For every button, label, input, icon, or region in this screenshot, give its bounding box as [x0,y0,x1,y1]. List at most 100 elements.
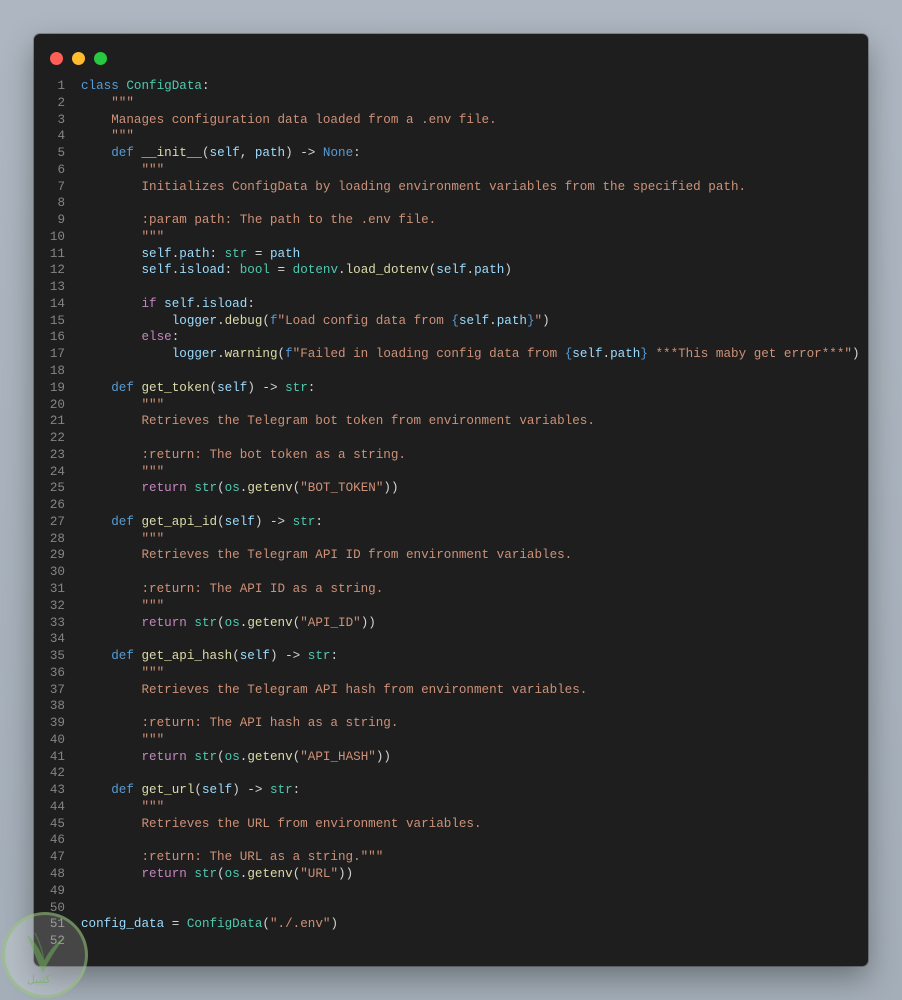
window-titlebar [34,34,868,82]
code-token: self [436,263,467,278]
code-text: """ [81,464,164,481]
code-token: ( [262,917,270,932]
code-text: def __init__(self, path) -> None: [81,145,360,162]
code-line: 40 """ [34,732,868,749]
line-number: 4 [57,129,65,144]
code-token: ( [232,649,240,664]
code-text: """ [81,732,164,749]
code-token: Retrieves the Telegram bot token from en… [81,414,595,429]
code-token: "Load config data from [277,313,452,328]
line-number: 27 [49,514,65,529]
code-text: """ [81,95,134,112]
code-line: 12 self.isload: bool = dotenv.load_doten… [34,262,868,279]
line-number: 9 [57,213,65,228]
code-text: """ [81,531,164,548]
code-token: self [217,380,248,395]
code-token: Retrieves the Telegram API ID from envir… [81,548,573,563]
code-token: :return: The API hash as a string. [81,716,399,731]
close-window-button[interactable] [50,52,63,65]
code-token: Retrieves the URL from environment varia… [81,816,482,831]
code-text: def get_url(self) -> str: [81,782,300,799]
code-line: 6 """ [34,162,868,179]
code-line: 36 """ [34,665,868,682]
code-token: debug [224,313,263,328]
code-line: 23 :return: The bot token as a string. [34,447,868,464]
code-token: )) [375,749,391,764]
code-token: f [269,313,278,328]
code-line: 4 """ [34,128,868,145]
code-token: get_api_id [141,514,218,529]
code-token: ( [217,749,225,764]
code-token: self [141,263,172,278]
code-token: """ [81,129,134,144]
code-line: 39 :return: The API hash as a string. [34,715,868,732]
minimize-window-button[interactable] [72,52,85,65]
code-text: :param path: The path to the .env file. [81,212,436,229]
line-number: 12 [49,263,65,278]
code-line: 24 """ [34,464,868,481]
code-token: path [254,146,286,161]
code-text: """ [81,665,164,682]
code-token: bool [239,263,270,278]
code-line: 45 Retrieves the URL from environment va… [34,816,868,833]
code-line: 27 def get_api_id(self) -> str: [34,514,868,531]
code-token: """ [81,665,165,680]
code-token: get_url [141,783,195,798]
code-token: :return: The bot token as a string. [81,447,406,462]
code-token: :param path: The path to the .env file. [81,213,437,228]
code-text: Retrieves the Telegram API ID from envir… [81,547,572,564]
line-number: 11 [49,246,65,261]
code-token: else [141,330,172,345]
code-token: str [292,514,316,529]
code-token: . [466,263,475,278]
code-token: : [209,246,225,261]
code-token: ) [504,263,512,278]
code-token: { [451,313,459,328]
code-token: path [270,246,301,261]
code-line: 10 """ [34,229,868,246]
code-token: get_token [141,380,210,395]
code-token: = [164,917,187,932]
code-token: : [247,296,255,311]
line-number: 43 [49,783,65,798]
code-token: """ [81,598,165,613]
maximize-window-button[interactable] [94,52,107,65]
code-line: 25 return str(os.getenv("BOT_TOKEN")) [34,480,868,497]
code-token: """ [81,229,165,244]
code-token: return [141,615,187,630]
code-token: return [141,866,187,881]
code-token: . [489,313,497,328]
line-number: 16 [49,330,65,345]
code-token: ( [194,783,202,798]
code-token: ( [209,380,218,395]
code-line: 30 [34,564,868,581]
code-token: getenv [247,866,293,881]
code-token: } [640,347,648,362]
line-number: 47 [49,850,65,865]
code-token: ( [217,514,225,529]
code-text: class ConfigData: [81,78,210,95]
line-number: 48 [49,866,65,881]
code-line: 49 [34,883,868,900]
line-number: 17 [49,347,65,362]
code-token: get_api_hash [141,649,233,664]
code-text: :return: The URL as a string.""" [81,849,383,866]
code-token: "URL" [300,866,339,881]
code-token: "API_ID" [300,615,361,630]
code-token: str [194,749,218,764]
code-line: 31 :return: The API ID as a string. [34,581,868,598]
line-number: 41 [49,749,65,764]
code-token: def [111,380,134,395]
code-line: 9 :param path: The path to the .env file… [34,212,868,229]
code-editor: 1 class ConfigData: 2 """ 3 Manages configu… [34,78,868,950]
line-number: 2 [57,95,65,110]
code-text: :return: The API hash as a string. [81,715,398,732]
code-token: str [285,380,308,395]
line-number: 35 [49,649,65,664]
code-token: . [338,263,346,278]
code-token: ) -> [254,514,293,529]
code-text: return str(os.getenv("API_HASH")) [81,749,391,766]
line-number: 7 [57,179,65,194]
